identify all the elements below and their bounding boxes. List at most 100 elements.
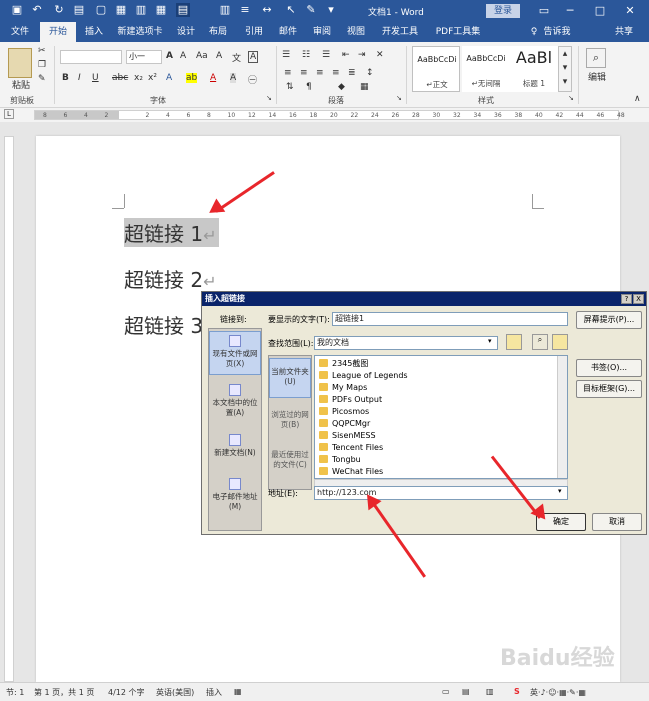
- cut-icon[interactable]: ✂: [38, 46, 46, 56]
- table-icon[interactable]: ▦: [154, 3, 168, 17]
- nav-recent-files[interactable]: 最近使用过的文件(C): [269, 446, 311, 486]
- list-item[interactable]: Tongbu: [319, 454, 361, 466]
- doc-paragraph-3[interactable]: 超链接 3: [124, 310, 203, 339]
- tab-new[interactable]: 新建选项卡: [112, 22, 168, 42]
- enclose-char-icon[interactable]: ㊀: [248, 73, 257, 86]
- list-item[interactable]: Tencent Files: [319, 442, 383, 454]
- read-mode-icon[interactable]: ▭: [442, 687, 450, 696]
- align-center-icon[interactable]: ≡: [300, 68, 308, 78]
- phonetic-icon[interactable]: 文: [232, 51, 241, 64]
- doc-paragraph-1[interactable]: 超链接 1↵: [124, 218, 219, 247]
- styles-scroll-icon[interactable]: ▴ ▾ ▾: [558, 46, 572, 92]
- print-preview-icon[interactable]: ▤: [72, 3, 86, 17]
- bold-icon[interactable]: B: [62, 73, 69, 83]
- link-email[interactable]: 电子邮件地址(M): [209, 475, 261, 511]
- paragraph-dialog-launcher-icon[interactable]: ↘: [396, 94, 402, 102]
- look-in-combo[interactable]: 我的文档: [314, 336, 498, 350]
- tab-mailings[interactable]: 邮件: [274, 22, 302, 42]
- display-text-input[interactable]: 超链接1: [332, 312, 568, 326]
- screentip-button[interactable]: 屏幕提示(P)...: [576, 311, 642, 329]
- target-frame-button[interactable]: 目标框架(G)...: [576, 380, 642, 398]
- clear-format-icon[interactable]: A: [216, 51, 222, 61]
- save-icon[interactable]: ▣: [10, 3, 24, 17]
- language-indicator[interactable]: 英语(美国): [156, 687, 194, 698]
- sort-icon[interactable]: ⇅: [286, 82, 294, 92]
- shading-icon[interactable]: ◆: [338, 82, 345, 92]
- paste-button[interactable]: 粘贴: [8, 78, 34, 91]
- minimize-button[interactable]: ─: [560, 2, 580, 20]
- address-input[interactable]: http://123.com: [314, 486, 568, 500]
- styles-dialog-launcher-icon[interactable]: ↘: [568, 94, 574, 102]
- section-indicator[interactable]: 节: 1: [6, 687, 24, 698]
- pointer-icon[interactable]: ↖: [284, 3, 298, 17]
- open-icon[interactable]: ▦: [114, 3, 128, 17]
- strikethrough-icon[interactable]: abc: [112, 73, 128, 83]
- list-item[interactable]: My Maps: [319, 382, 367, 394]
- list-item[interactable]: QQPCMgr: [319, 418, 370, 430]
- shrink-font-icon[interactable]: A: [180, 51, 186, 61]
- look-in-dropdown-icon[interactable]: ▾: [488, 337, 492, 345]
- bullets-icon[interactable]: ☰: [282, 50, 290, 60]
- borders-icon[interactable]: ▦: [360, 82, 369, 92]
- cancel-button[interactable]: 取消: [592, 513, 642, 531]
- tab-view[interactable]: 视图: [342, 22, 370, 42]
- tab-references[interactable]: 引用: [240, 22, 268, 42]
- font-name-combo[interactable]: [60, 50, 122, 64]
- style-no-spacing[interactable]: AaBbCcDi ↵无间隔: [462, 46, 510, 92]
- ime-icon[interactable]: S: [514, 687, 520, 696]
- text-effects-icon[interactable]: A: [166, 73, 172, 83]
- tab-insert[interactable]: 插入: [80, 22, 108, 42]
- share-button[interactable]: 共享: [606, 22, 642, 42]
- highlight-icon[interactable]: ab: [186, 73, 198, 83]
- font-size-combo[interactable]: 小一: [126, 50, 162, 64]
- align-left-icon[interactable]: ≡: [284, 68, 292, 78]
- numbering-icon[interactable]: ☷: [302, 50, 310, 60]
- change-case-icon[interactable]: Aa: [196, 51, 208, 61]
- file-list-scrollbar[interactable]: [557, 356, 567, 478]
- ruler-track[interactable]: 8 6 4 2 2 4 6 8 10 12 14 16 18 20 22 24 26 28 30 32 34 36 38 40…: [34, 110, 625, 120]
- word-count[interactable]: 4/12 个字: [108, 687, 145, 698]
- tab-pdf-tools[interactable]: PDF工具集: [430, 22, 486, 42]
- ime-mode-icon[interactable]: 英·♪·☺·▦·✎·▦: [530, 687, 586, 698]
- subscript-icon[interactable]: x₂: [134, 73, 143, 83]
- ribbon-display-icon[interactable]: ▭: [534, 2, 554, 20]
- style-heading1[interactable]: AaBl 标题 1: [510, 46, 558, 92]
- paste-icon[interactable]: [8, 48, 32, 78]
- collapse-ribbon-icon[interactable]: ∧: [634, 94, 641, 104]
- web-layout-icon[interactable]: ▥: [486, 687, 494, 696]
- editing-button[interactable]: 编辑: [584, 70, 610, 83]
- spellcheck-icon[interactable]: ▥: [134, 3, 148, 17]
- tab-file[interactable]: 文件: [6, 22, 34, 42]
- font-color-icon[interactable]: A: [210, 73, 216, 83]
- insert-mode[interactable]: 插入: [206, 687, 222, 698]
- up-folder-icon[interactable]: [506, 334, 522, 350]
- char-shading-icon[interactable]: A: [230, 73, 237, 83]
- format-painter-icon[interactable]: ✎: [38, 74, 46, 84]
- increase-indent-icon[interactable]: ⇥: [358, 50, 366, 60]
- doc-paragraph-2[interactable]: 超链接 2↵: [124, 264, 217, 293]
- nav-browsed-pages[interactable]: 浏览过的网页(B): [269, 402, 311, 442]
- columns-icon[interactable]: ▥: [218, 3, 232, 17]
- underline-icon[interactable]: U: [92, 73, 99, 83]
- tab-developer[interactable]: 开发工具: [378, 22, 422, 42]
- link-new-doc[interactable]: 新建文档(N): [209, 431, 261, 465]
- draw-icon[interactable]: ✎: [304, 3, 318, 17]
- search-icon[interactable]: ⌕: [586, 48, 606, 68]
- dialog-close-button[interactable]: X: [633, 294, 644, 304]
- address-dropdown-icon[interactable]: ▾: [558, 487, 562, 495]
- align-right-icon[interactable]: ≡: [316, 68, 324, 78]
- grow-font-icon[interactable]: A: [166, 51, 173, 61]
- close-button[interactable]: ✕: [620, 2, 640, 20]
- print-layout-icon[interactable]: ▤: [462, 687, 470, 696]
- list-item[interactable]: 2345截图: [319, 358, 368, 370]
- nav-current-folder[interactable]: 当前文件夹(U): [269, 358, 311, 398]
- view-icon[interactable]: ▤: [176, 3, 190, 17]
- show-marks-icon[interactable]: ¶: [306, 82, 312, 92]
- width-icon[interactable]: ↔: [260, 3, 274, 17]
- distribute-icon[interactable]: ≣: [348, 68, 356, 78]
- char-border-icon[interactable]: A: [248, 51, 259, 63]
- customize-qa-icon[interactable]: ▾: [324, 3, 338, 17]
- spacing-icon[interactable]: ≡: [238, 3, 252, 17]
- tab-home[interactable]: 开始: [40, 22, 76, 42]
- list-item[interactable]: League of Legends: [319, 370, 408, 382]
